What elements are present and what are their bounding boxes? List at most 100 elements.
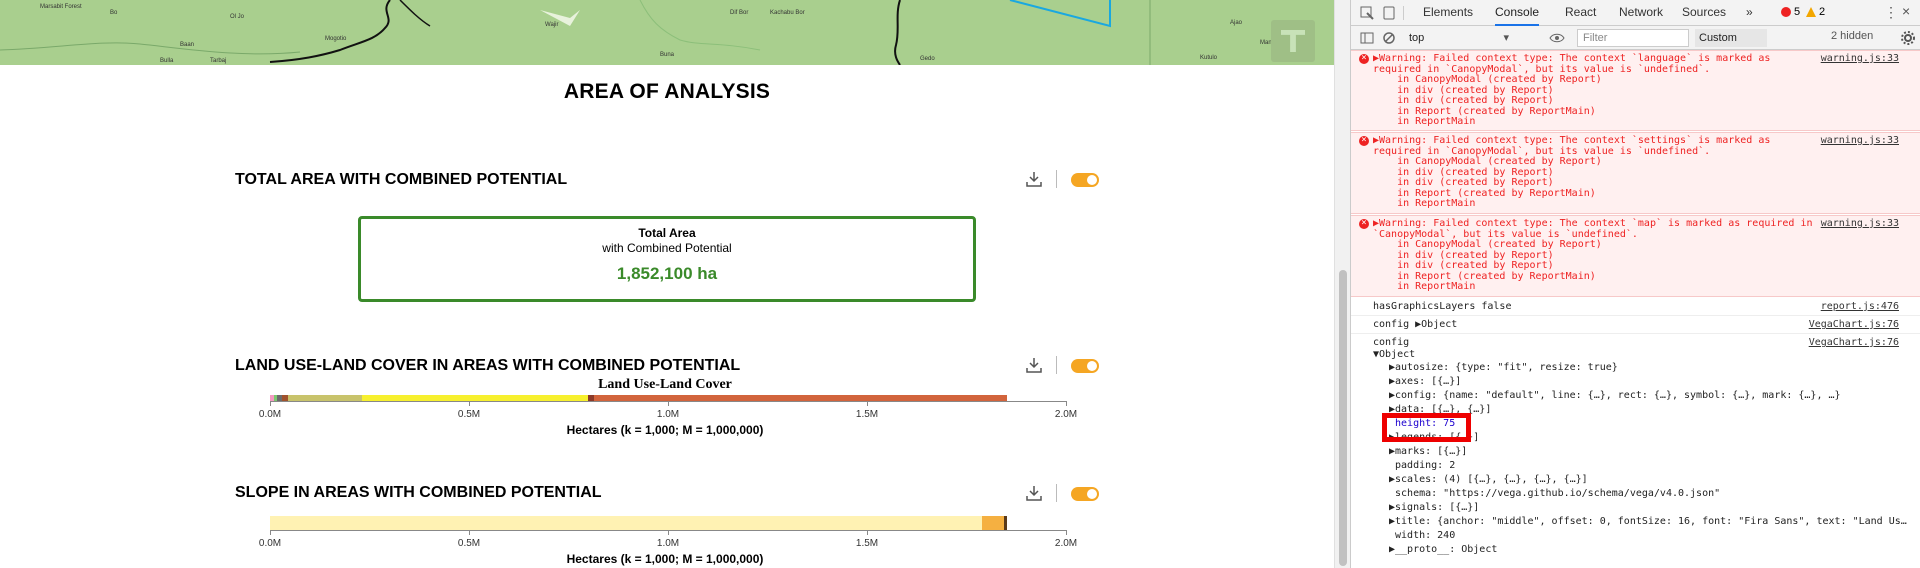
section-toggle[interactable] [1071,173,1099,187]
x-tick-label: 0.5M [457,409,481,420]
x-tick-label: 1.5M [855,409,879,420]
map-label: Tarbaj [210,58,227,64]
tab-sources[interactable]: Sources [1682,0,1726,26]
x-axis-label: Hectares (k = 1,000; M = 1,000,000) [566,423,764,437]
total-area-card: Total Area with Combined Potential 1,852… [358,216,976,302]
section-toggle[interactable] [1071,487,1099,501]
divider [1056,356,1057,374]
x-tick [270,530,271,535]
x-tick [867,530,868,535]
clear-console-icon[interactable] [1381,30,1397,46]
filter-input[interactable]: Filter [1577,29,1689,47]
section-toggle[interactable] [1071,359,1099,373]
x-tick [469,401,470,406]
context-select[interactable]: top ▾ [1409,30,1509,46]
log-text: hasGraphicsLayers false [1373,301,1512,312]
message-line: in div (created by Report) [1373,177,1554,188]
map-layer-button[interactable] [1271,20,1315,62]
error-count[interactable]: 5 [1794,6,1800,18]
area-of-analysis-title: AREA OF ANALYSIS [563,80,771,103]
total-area-subtitle: with Combined Potential [602,241,732,255]
map-label: Ajao [1230,20,1243,26]
source-link[interactable]: warning.js:33 [1821,135,1899,147]
x-tick [270,401,271,406]
source-link[interactable]: VegaChart.js:76 [1809,337,1899,349]
console-output[interactable]: warning.js:33 ▶Warning: Failed context t… [1351,50,1920,568]
tab-react[interactable]: React [1565,0,1596,26]
bar-segment[interactable] [270,516,983,530]
chart-title: Land Use-Land Cover [598,377,732,392]
object-property[interactable]: padding: 2 [1389,460,1455,472]
object-property[interactable]: ▶marks: [{…}] [1389,446,1467,458]
console-log-message[interactable]: config ▶Object VegaChart.js:76 [1351,316,1920,334]
x-tick-label: 0.0M [258,409,282,420]
tab-network[interactable]: Network [1619,0,1663,26]
x-tick-label: 2.0M [1054,409,1078,420]
kebab-menu-icon[interactable]: ⋮ [1884,4,1898,21]
object-property[interactable]: ▶config: {name: "default", line: {…}, re… [1389,390,1841,402]
map-label: Marsabit Forest [40,4,82,10]
bar-segment[interactable] [982,516,1005,530]
object-property[interactable]: schema: "https://vega.github.io/schema/v… [1389,488,1720,500]
source-link[interactable]: report.js:476 [1821,301,1899,313]
device-toolbar-icon[interactable] [1381,5,1397,21]
map-view[interactable]: Marsabit Forest Bo Ol Jo Mogotio Wajir D… [0,0,1334,65]
total-area-value: 1,852,100 ha [616,264,718,283]
download-icon[interactable] [1025,357,1043,373]
report-panel[interactable]: Marsabit Forest Bo Ol Jo Mogotio Wajir D… [0,0,1334,568]
eye-icon[interactable] [1549,30,1565,46]
object-property[interactable]: ▶scales: (4) [{…}, {…}, {…}, {…}] [1389,474,1588,486]
context-value: top [1409,32,1425,44]
section-title-land-use: LAND USE-LAND COVER IN AREAS WITH COMBIN… [235,357,741,374]
more-tabs-button[interactable]: » [1746,0,1753,26]
object-property[interactable]: ▶signals: [{…}] [1389,502,1479,514]
message-line: in ReportMain [1373,281,1476,292]
message-line: in ReportMain [1373,116,1476,127]
map-label: Ol Jo [230,14,245,20]
x-tick-label: 1.0M [656,409,680,420]
tab-console[interactable]: Console [1495,0,1540,26]
error-icon [1781,7,1791,17]
source-link[interactable]: warning.js:33 [1821,218,1899,230]
x-tick-label: 0.5M [457,538,481,549]
message-line: ▶Warning: Failed context type: The conte… [1373,53,1771,64]
devtools-tabbar: Elements Console React Network Sources »… [1351,0,1920,26]
source-link[interactable]: warning.js:33 [1821,53,1899,65]
close-icon[interactable]: × [1902,3,1910,19]
log-text[interactable]: config ▶Object [1373,319,1457,331]
devtools-panel[interactable]: Elements Console React Network Sources »… [1350,0,1920,568]
scrollbar-thumb[interactable] [1339,270,1347,566]
object-property[interactable]: ▶autosize: {type: "fit", resize: true} [1389,362,1618,374]
gear-icon[interactable] [1900,30,1916,46]
sidebar-toggle-icon[interactable] [1359,30,1375,46]
report-scrollbar[interactable] [1334,0,1350,568]
console-log-message-expanded[interactable]: config VegaChart.js:76 ▼Object ▶autosize… [1351,334,1920,568]
tab-elements[interactable]: Elements [1423,0,1473,26]
message-line: ▶Warning: Failed context type: The conte… [1373,218,1813,229]
object-property[interactable]: ▶title: {anchor: "middle", offset: 0, fo… [1389,516,1907,528]
map-label: Buna [660,52,675,58]
inspect-icon[interactable] [1359,5,1375,21]
warning-count[interactable]: 2 [1819,6,1825,18]
map-label: Dif Bor [730,10,749,16]
bar-segment[interactable] [1004,516,1008,530]
total-area-title: Total Area [638,226,696,240]
divider [1056,170,1057,188]
log-text: config [1373,337,1410,348]
message-line: ▶Warning: Failed context type: The conte… [1373,135,1771,146]
chevron-down-icon: ▾ [1503,32,1509,44]
x-tick [867,401,868,406]
map-label: Kachabu Bor [770,10,805,16]
download-icon[interactable] [1025,171,1043,187]
object-toggle[interactable]: ▼Object [1373,349,1415,361]
source-link[interactable]: VegaChart.js:76 [1809,319,1899,331]
x-tick [668,530,669,535]
console-toolbar: top ▾ Filter Custom levels ▾ 2 hidden [1351,26,1920,62]
object-property[interactable]: width: 240 [1389,530,1455,542]
divider [1056,484,1057,502]
object-property[interactable]: ▶axes: [{…}] [1389,376,1461,388]
x-tick-label: 0.0M [258,538,282,549]
log-levels-select[interactable]: Custom levels ▾ [1695,29,1767,62]
download-icon[interactable] [1025,485,1043,501]
object-property[interactable]: ▶__proto__: Object [1389,544,1497,556]
